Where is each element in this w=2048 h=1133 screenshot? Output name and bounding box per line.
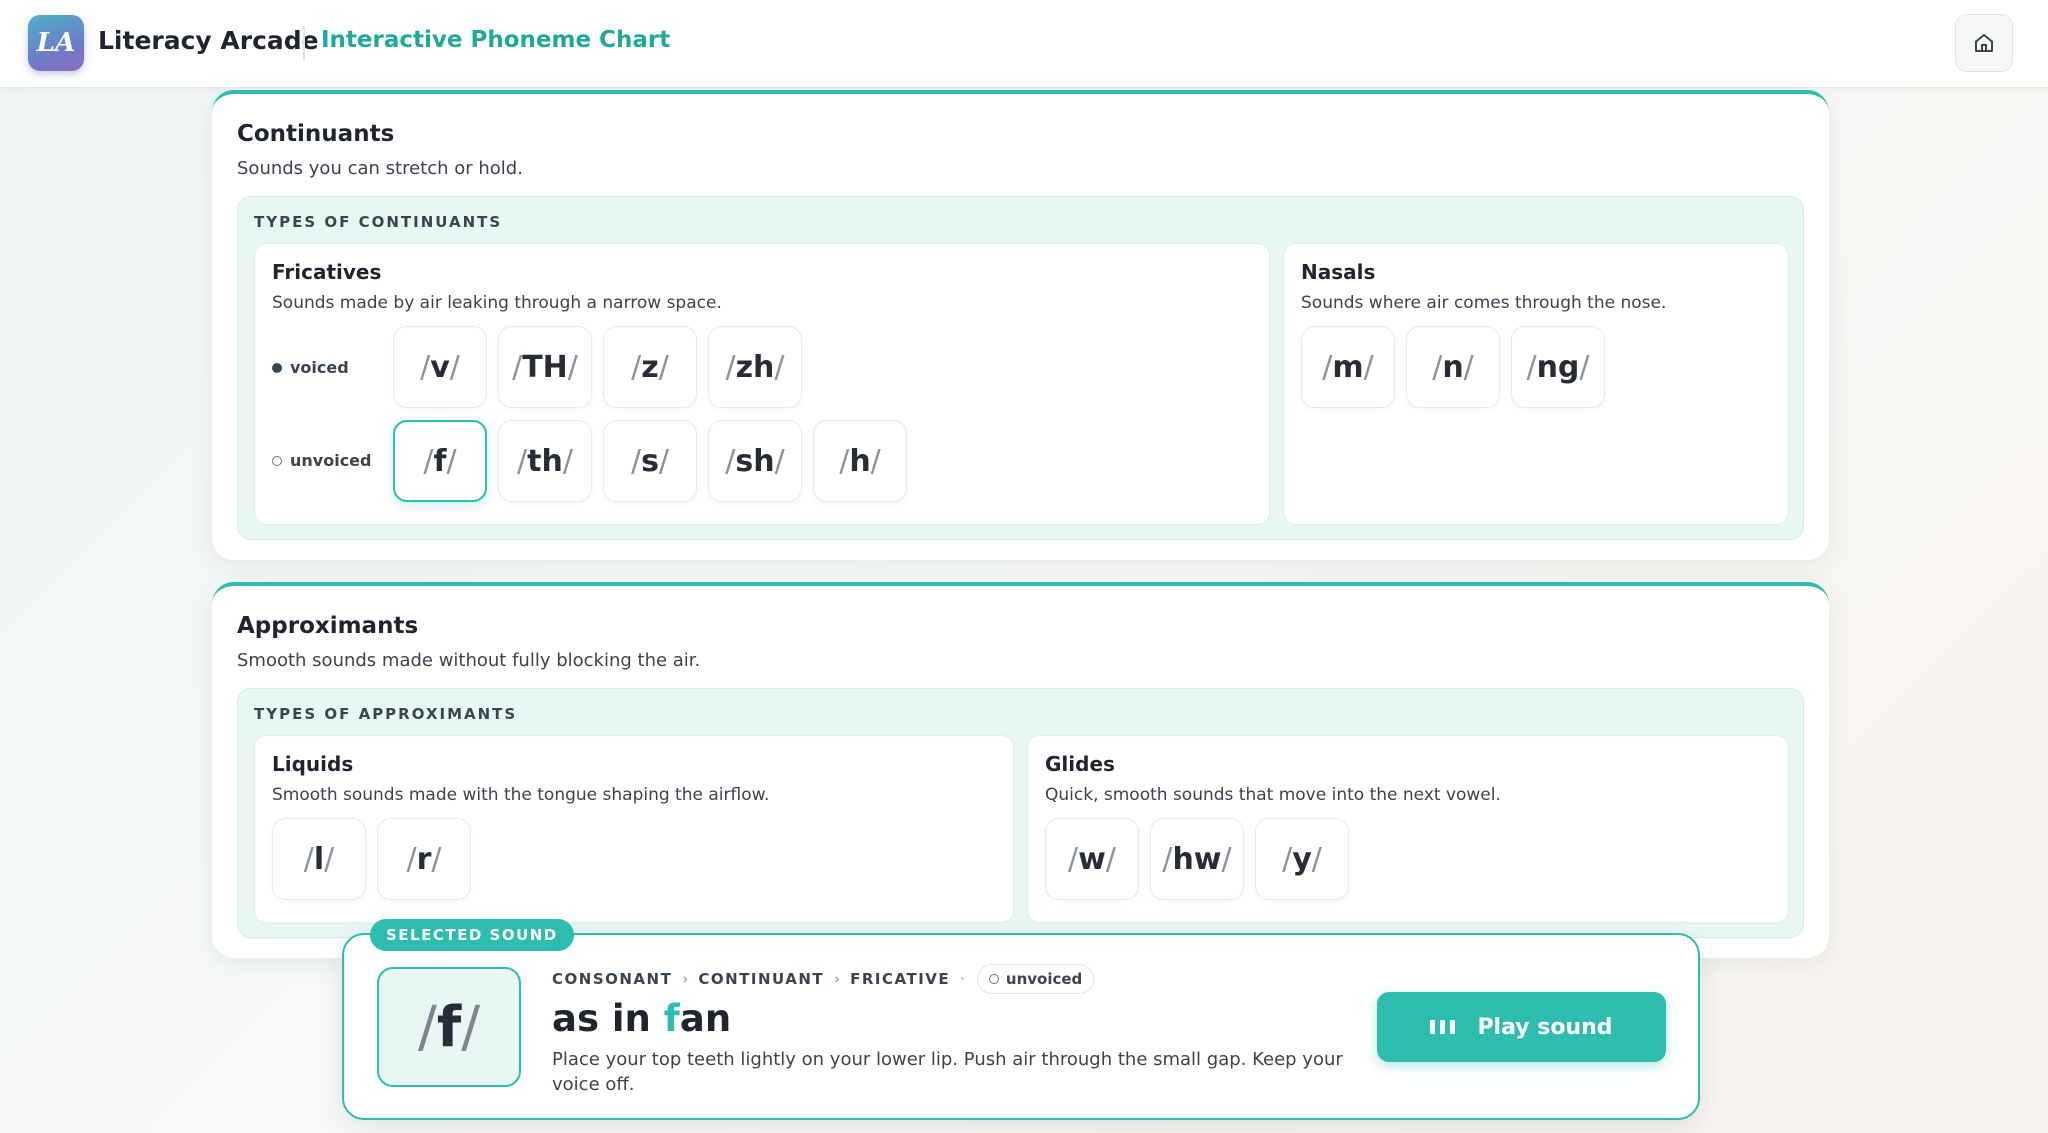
phoneme-label: r [416,841,432,877]
phoneme-label: f [433,443,447,479]
phoneme-zh[interactable]: / zh / [708,326,802,408]
section-title: Continuants [237,121,395,147]
phoneme-label: zh [735,349,775,385]
chevron-right-icon: › [682,970,689,988]
voiced-label: voiced [272,358,349,377]
phoneme-TH[interactable]: / TH / [498,326,592,408]
phoneme-label: hw [1172,841,1222,877]
articulation-instruction: Place your top teeth lightly on your low… [552,1049,1343,1095]
phoneme-label: h [849,443,871,479]
example-word: as in fan [552,997,731,1040]
continuants-section: Continuants Sounds you can stretch or ho… [212,90,1829,560]
home-button[interactable] [1955,14,2013,72]
app-title: Literacy Arcade [98,26,319,55]
voicing-chip-label: unvoiced [1005,970,1083,988]
phoneme-r[interactable]: / r / [377,818,471,900]
phoneme-label: th [527,443,563,479]
phoneme-f[interactable]: / f / [393,420,487,502]
phoneme-z[interactable]: / z / [603,326,697,408]
phoneme-label: v [430,349,450,385]
voiced-label-text: voiced [290,358,349,377]
phoneme-m[interactable]: / m / [1301,326,1395,408]
phoneme-label: ng [1536,349,1580,385]
phoneme-label: s [641,443,659,479]
phoneme-label: y [1292,841,1312,877]
section-title: Approximants [237,613,419,639]
separator-dot: · [960,970,965,988]
unvoiced-label-text: unvoiced [290,451,372,470]
glides-card: Glides Quick, smooth sounds that move in… [1027,735,1789,923]
phoneme-th[interactable]: / th / [498,420,592,502]
selected-sound-badge: SELECTED SOUND [370,919,574,951]
phoneme-sh[interactable]: / sh / [708,420,802,502]
types-panel: TYPES OF APPROXIMANTS Liquids Smooth sou… [237,688,1804,938]
liquids-description: Smooth sounds made with the tongue shapi… [272,785,770,805]
phoneme-s[interactable]: / s / [603,420,697,502]
unvoiced-label: unvoiced [272,451,371,470]
audio-bars-icon [1430,1020,1456,1034]
phoneme-label: w [1078,841,1106,877]
app-logo: LA [28,15,84,71]
nasals-description: Sounds where air comes through the nose. [1301,293,1667,313]
selected-sound-panel: SELECTED SOUND / f / CONSONANT › CONTINUAN… [342,919,1700,1120]
voiced-dot-icon [272,362,282,373]
unvoiced-dot-icon [988,974,999,984]
fricatives-title: Fricatives [272,260,382,284]
phoneme-hw[interactable]: / hw / [1150,818,1244,900]
phoneme-ng[interactable]: / ng / [1511,326,1605,408]
home-icon [1975,34,1993,52]
chevron-right-icon: › [834,970,841,988]
example-suffix: an [679,997,732,1040]
phoneme-label: l [313,841,325,877]
breadcrumb-item: CONSONANT [552,970,673,988]
phoneme-y[interactable]: / y / [1255,818,1349,900]
nasals-card: Nasals Sounds where air comes through th… [1283,243,1789,525]
section-description: Sounds you can stretch or hold. [237,158,523,179]
voicing-chip: unvoiced [976,964,1095,994]
phoneme-h[interactable]: / h / [813,420,907,502]
glides-description: Quick, smooth sounds that move into the … [1045,785,1501,805]
header-divider [303,26,305,60]
page-title: Interactive Phoneme Chart [321,27,671,53]
glides-title: Glides [1045,752,1115,776]
phoneme-label: n [1442,349,1464,385]
breadcrumb-item: CONTINUANT [698,970,825,988]
fricatives-description: Sounds made by air leaking through a nar… [272,293,722,313]
app-header: LA Literacy Arcade Interactive Phoneme C… [0,0,2048,88]
breadcrumb-item: FRICATIVE [850,970,951,988]
types-panel: TYPES OF CONTINUANTS Fricatives Sounds m… [237,196,1804,540]
phoneme-label: TH [522,349,568,385]
nasals-title: Nasals [1301,260,1376,284]
play-sound-button[interactable]: Play sound [1377,992,1666,1062]
phoneme-w[interactable]: / w / [1045,818,1139,900]
example-prefix: as in [552,997,664,1040]
phoneme-label: m [1332,349,1364,385]
types-label: TYPES OF CONTINUANTS [254,213,503,231]
play-sound-label: Play sound [1477,1014,1613,1040]
phoneme-v[interactable]: / v / [393,326,487,408]
liquids-card: Liquids Smooth sounds made with the tong… [254,735,1014,923]
phoneme-label: sh [735,443,775,479]
example-highlight: f [663,997,680,1040]
selected-phoneme-label: f [436,994,462,1060]
breadcrumb: CONSONANT › CONTINUANT › FRICATIVE · unv… [552,964,1095,994]
unvoiced-dot-icon [272,455,282,466]
phoneme-label: z [641,349,659,385]
phoneme-l[interactable]: / l / [272,818,366,900]
liquids-title: Liquids [272,752,354,776]
fricatives-card: Fricatives Sounds made by air leaking th… [254,243,1270,525]
phoneme-n[interactable]: / n / [1406,326,1500,408]
types-label: TYPES OF APPROXIMANTS [254,705,518,723]
section-description: Smooth sounds made without fully blockin… [237,650,701,671]
approximants-section: Approximants Smooth sounds made without … [212,582,1829,958]
selected-phoneme-display: / f / [377,967,521,1087]
